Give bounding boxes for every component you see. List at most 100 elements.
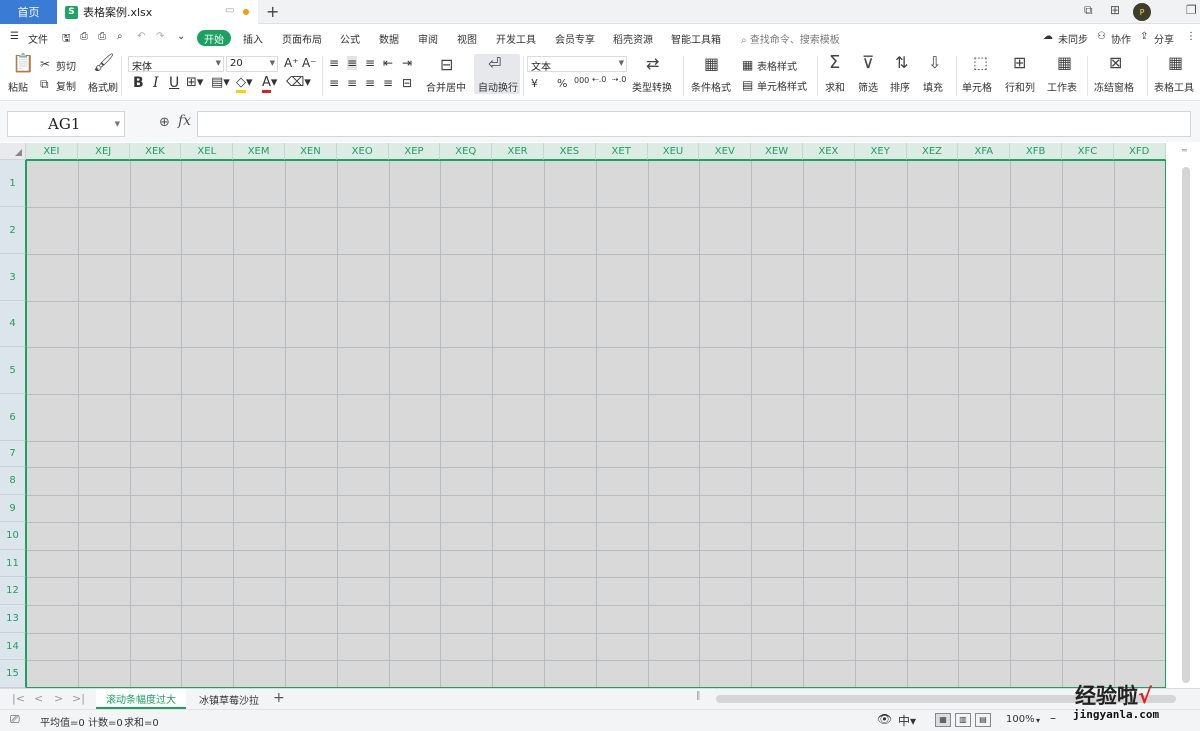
format-painter-button[interactable]: 格式刷: [88, 79, 118, 94]
cell-icon[interactable]: ⬚: [973, 55, 988, 71]
cell-area[interactable]: [26, 160, 1166, 688]
cut-button[interactable]: 剪切: [56, 58, 76, 73]
cell-style-icon[interactable]: ▤: [742, 78, 753, 92]
export-pdf-icon[interactable]: ⎙: [80, 31, 88, 42]
column-header[interactable]: XEV: [699, 143, 752, 160]
freeze-panes-button[interactable]: 冻结窗格: [1094, 79, 1134, 94]
type-convert-button[interactable]: 类型转换: [632, 79, 672, 94]
filter-icon[interactable]: ⊽: [862, 55, 874, 72]
eye-protection-icon[interactable]: 👁: [877, 712, 892, 726]
column-header[interactable]: XEO: [336, 143, 389, 160]
align-bottom-icon[interactable]: ≡: [365, 56, 375, 70]
column-header[interactable]: XES: [544, 143, 596, 160]
row-header[interactable]: 10: [0, 522, 26, 550]
more-icon[interactable]: ⋮: [1186, 31, 1196, 42]
new-tab-button[interactable]: +: [266, 2, 279, 21]
redo-icon[interactable]: ↷: [156, 31, 164, 42]
window-layout-icon[interactable]: ⧉: [1084, 3, 1093, 18]
select-all-corner[interactable]: [0, 143, 26, 160]
search-command-input[interactable]: ⌕ 查找命令、搜索模板: [741, 31, 840, 46]
align-top-icon[interactable]: ≡: [329, 56, 339, 70]
align-middle-icon[interactable]: ≡: [347, 56, 358, 70]
filter-button[interactable]: 筛选: [858, 79, 878, 94]
sum-icon[interactable]: Σ: [829, 54, 840, 72]
wrap-text-button[interactable]: 自动换行: [478, 79, 518, 94]
sheet-tab[interactable]: 冰镇草莓沙拉: [190, 689, 268, 709]
wrap-text-icon[interactable]: ⏎: [488, 56, 501, 72]
sort-icon[interactable]: ⇅: [895, 55, 908, 71]
home-tab[interactable]: 首页: [0, 0, 57, 24]
copy-icon[interactable]: ⧉: [40, 77, 49, 91]
number-format-select[interactable]: 文本 ▼: [527, 56, 627, 73]
row-header[interactable]: 3: [0, 254, 26, 301]
cell-format-icon[interactable]: ▤▾: [211, 75, 230, 90]
cut-icon[interactable]: ✂: [40, 57, 50, 71]
formula-input[interactable]: [197, 111, 1191, 137]
border-icon[interactable]: ⊞▾: [186, 75, 203, 90]
worksheet-button[interactable]: 工作表: [1047, 79, 1077, 94]
italic-button[interactable]: I: [153, 75, 159, 91]
zoom-level[interactable]: 100%: [1006, 714, 1035, 725]
type-convert-icon[interactable]: ⇄: [646, 56, 659, 72]
font-name-select[interactable]: 宋体 ▼: [128, 56, 224, 73]
row-col-button[interactable]: 行和列: [1005, 79, 1035, 94]
page-break-view-icon[interactable]: ▤: [975, 713, 991, 727]
merge-center-button[interactable]: 合并居中: [426, 79, 466, 94]
menu-data[interactable]: 数据: [379, 31, 399, 46]
input-method-icon[interactable]: 中▾: [898, 712, 916, 729]
indent-decrease-icon[interactable]: ⇤: [383, 56, 393, 70]
column-header[interactable]: XEU: [647, 143, 700, 160]
sheet-tab-active[interactable]: 滚动条幅度过大: [96, 689, 186, 709]
menu-member[interactable]: 会员专享: [555, 31, 595, 46]
split-handle-icon[interactable]: ‖: [696, 691, 701, 701]
worksheet-icon[interactable]: ▦: [1057, 55, 1072, 71]
restore-window-icon[interactable]: ❐: [1186, 3, 1197, 17]
underline-button[interactable]: U: [169, 75, 179, 91]
zoom-dropdown-icon[interactable]: ▾: [1036, 716, 1040, 725]
row-header[interactable]: 12: [0, 577, 26, 605]
zoom-search-icon[interactable]: ⊕: [159, 115, 170, 130]
sort-button[interactable]: 排序: [890, 79, 910, 94]
paste-icon[interactable]: 📋: [12, 55, 34, 73]
row-header[interactable]: 11: [0, 550, 26, 577]
column-header[interactable]: XEM: [233, 143, 285, 160]
copy-button[interactable]: 复制: [56, 78, 76, 93]
cond-format-icon[interactable]: ▦: [704, 56, 719, 72]
row-header[interactable]: 15: [0, 660, 26, 688]
menu-developer[interactable]: 开发工具: [496, 31, 536, 46]
freeze-panes-icon[interactable]: ⊠: [1109, 55, 1122, 71]
collab-icon[interactable]: ⚇: [1097, 31, 1106, 42]
row-header[interactable]: 7: [0, 441, 26, 467]
menu-review[interactable]: 审阅: [418, 31, 438, 46]
fill-button[interactable]: 填充: [923, 79, 943, 94]
thousands-button[interactable]: 000: [574, 76, 589, 85]
share-button[interactable]: 分享: [1154, 31, 1174, 46]
save-icon[interactable]: 🖫: [62, 31, 71, 48]
increase-font-icon[interactable]: A⁺: [284, 56, 299, 70]
first-sheet-icon[interactable]: |<: [12, 692, 25, 705]
cell-style-button[interactable]: 单元格样式: [757, 78, 807, 93]
column-header[interactable]: XEQ: [440, 143, 493, 160]
merge-center-icon[interactable]: ⊟: [440, 57, 453, 73]
table-style-icon[interactable]: ▦: [742, 58, 753, 72]
column-header[interactable]: XEW: [751, 143, 803, 160]
column-header[interactable]: XEI: [26, 143, 78, 160]
table-tools-icon[interactable]: ▦: [1168, 55, 1183, 71]
cloud-sync-icon[interactable]: ☁: [1043, 31, 1053, 42]
bold-button[interactable]: B: [133, 75, 144, 91]
percent-button[interactable]: %: [557, 77, 567, 90]
currency-button[interactable]: ¥: [531, 77, 538, 90]
quick-access-dropdown-icon[interactable]: ⌄: [177, 31, 185, 42]
column-header[interactable]: XEZ: [906, 143, 959, 160]
menu-view[interactable]: 视图: [457, 31, 477, 46]
tab-start[interactable]: 开始: [197, 30, 231, 46]
paste-button[interactable]: 粘贴: [8, 79, 28, 94]
row-header[interactable]: 14: [0, 633, 26, 660]
column-header[interactable]: XEL: [181, 143, 234, 160]
print-icon[interactable]: ⎙: [98, 31, 106, 42]
column-header[interactable]: XEY: [854, 143, 907, 160]
share-icon[interactable]: ⇪: [1140, 31, 1148, 42]
menu-smart-toolbox[interactable]: 智能工具箱: [671, 31, 721, 46]
page-layout-view-icon[interactable]: ▥: [955, 713, 971, 727]
macro-record-icon[interactable]: ⎚: [10, 712, 20, 727]
